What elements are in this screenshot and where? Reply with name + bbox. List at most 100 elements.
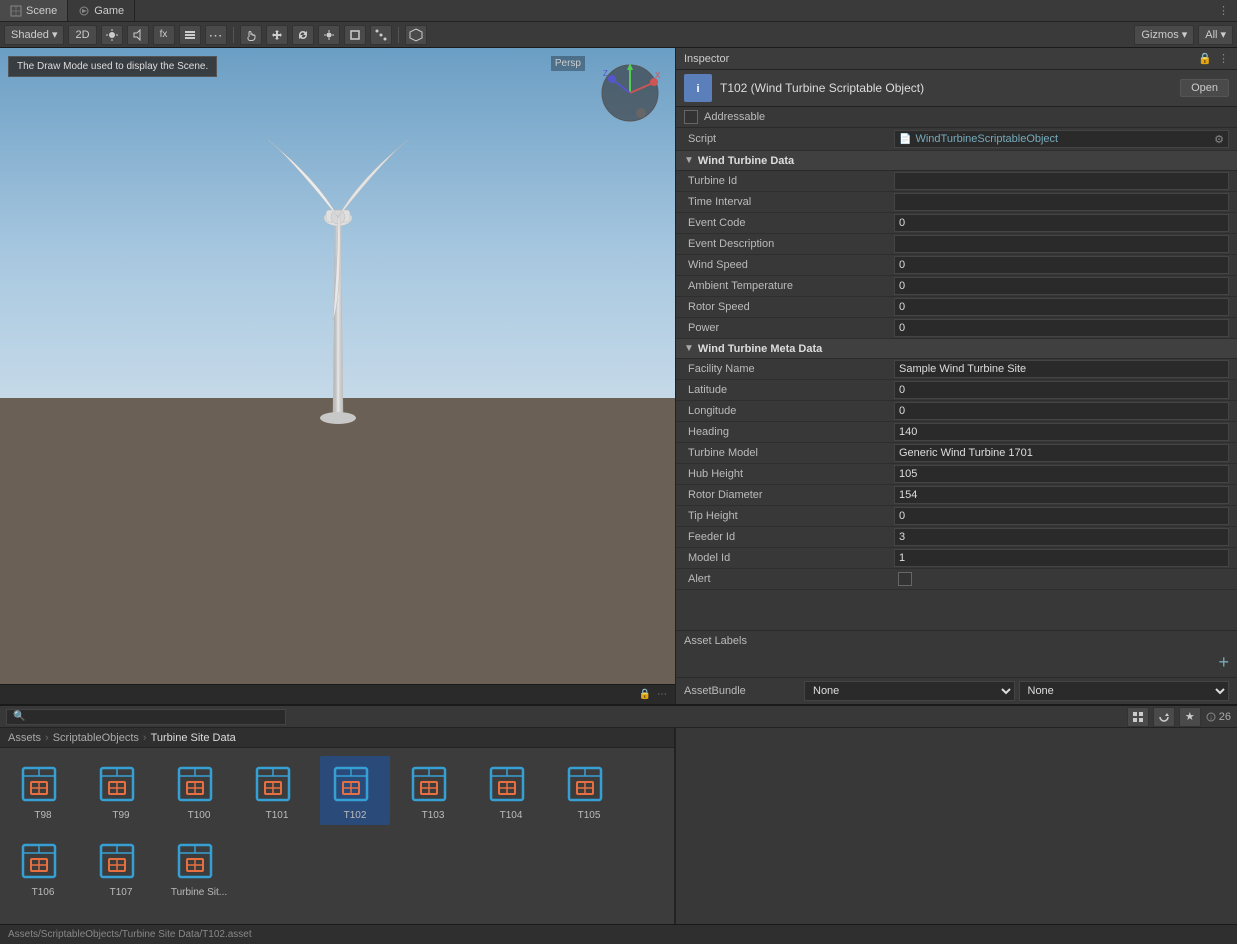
wind-speed-value[interactable]: 0 xyxy=(894,256,1229,274)
section-wind-turbine-meta[interactable]: ▼ Wind Turbine Meta Data xyxy=(676,339,1237,359)
breadcrumb-scriptable[interactable]: ScriptableObjects xyxy=(53,732,139,744)
audio-btn[interactable] xyxy=(127,25,149,45)
asset-item-t106[interactable]: T106 xyxy=(8,833,78,902)
toolbar-div2 xyxy=(398,27,399,43)
asset-item-t107[interactable]: T107 xyxy=(86,833,156,902)
event-desc-label: Event Description xyxy=(684,238,894,250)
rect-tool[interactable] xyxy=(344,25,366,45)
rotor-diameter-value[interactable]: 154 xyxy=(894,486,1229,504)
rotor-speed-value[interactable]: 0 xyxy=(894,298,1229,316)
asset-icon-t99 xyxy=(97,760,145,808)
section-label-2: Wind Turbine Meta Data xyxy=(698,343,822,355)
latitude-value[interactable]: 0 xyxy=(894,381,1229,399)
script-settings-icon[interactable]: ⚙ xyxy=(1214,133,1224,146)
status-bar: Assets/ScriptableObjects/Turbine Site Da… xyxy=(0,924,1237,944)
turbine-model-value[interactable]: Generic Wind Turbine 1701 xyxy=(894,444,1229,462)
section-wind-turbine-data[interactable]: ▼ Wind Turbine Data xyxy=(676,151,1237,171)
asset-item-t100[interactable]: T100 xyxy=(164,756,234,825)
search-input[interactable] xyxy=(29,711,279,723)
alert-checkbox[interactable] xyxy=(898,572,912,586)
svg-text:i: i xyxy=(1210,716,1211,722)
heading-value[interactable]: 140 xyxy=(894,423,1229,441)
hub-height-value[interactable]: 105 xyxy=(894,465,1229,483)
asset-item-t105[interactable]: T105 xyxy=(554,756,624,825)
asset-item-t104[interactable]: T104 xyxy=(476,756,546,825)
asset-item-t99[interactable]: T99 xyxy=(86,756,156,825)
refresh-btn[interactable] xyxy=(1153,707,1175,727)
asset-item-t101[interactable]: T101 xyxy=(242,756,312,825)
script-value[interactable]: 📄 WindTurbineScriptableObject ⚙ xyxy=(894,130,1229,148)
status-path: Assets/ScriptableObjects/Turbine Site Da… xyxy=(8,929,252,940)
rotor-diameter-label: Rotor Diameter xyxy=(684,489,894,501)
asset-label-t98: T98 xyxy=(34,810,51,821)
asset-bundle-select-1[interactable]: None xyxy=(804,681,1015,701)
asset-icon-t98 xyxy=(19,760,67,808)
layers-icon xyxy=(184,29,196,41)
gizmos-dropdown[interactable]: Gizmos ▾ xyxy=(1134,25,1194,45)
object-icon: i xyxy=(684,74,712,102)
asset-label-t100: T100 xyxy=(188,810,211,821)
col-view-btn[interactable] xyxy=(1127,707,1149,727)
search-box[interactable]: 🔍 xyxy=(6,709,286,725)
edit-col-btn[interactable] xyxy=(405,25,427,45)
asset-label-t102: T102 xyxy=(344,810,367,821)
lighting-btn[interactable] xyxy=(101,25,123,45)
asset-label-add-icon[interactable]: + xyxy=(1218,653,1229,671)
wind-speed-label: Wind Speed xyxy=(684,259,894,271)
lock-icon[interactable]: 🔒 xyxy=(639,689,651,700)
model-id-label: Model Id xyxy=(684,552,894,564)
power-value[interactable]: 0 xyxy=(894,319,1229,337)
tip-height-value[interactable]: 0 xyxy=(894,507,1229,525)
model-id-value[interactable]: 1 xyxy=(894,549,1229,567)
tab-game[interactable]: Game xyxy=(68,0,135,21)
tab-scene[interactable]: Scene xyxy=(0,0,68,21)
transform-tool[interactable] xyxy=(370,25,392,45)
addressable-checkbox[interactable] xyxy=(684,110,698,124)
asset-bundle-label: AssetBundle xyxy=(684,685,804,697)
event-code-value[interactable]: 0 xyxy=(894,214,1229,232)
tab-bar-menu[interactable]: ⋮ xyxy=(1210,4,1237,17)
rotate-icon xyxy=(297,29,309,41)
inspector-lock-icon[interactable]: 🔒 xyxy=(1198,52,1212,65)
2d-toggle[interactable]: 2D xyxy=(68,25,96,45)
fx-btn[interactable]: fx xyxy=(153,25,175,45)
asset-bundle-select-2[interactable]: None xyxy=(1019,681,1230,701)
asset-grid[interactable]: T98 T99 xyxy=(0,748,674,924)
heading-label: Heading xyxy=(684,426,894,438)
rotate-tool[interactable] xyxy=(292,25,314,45)
facility-name-value[interactable]: Sample Wind Turbine Site xyxy=(894,360,1229,378)
scale-tool[interactable] xyxy=(318,25,340,45)
feeder-id-value[interactable]: 3 xyxy=(894,528,1229,546)
more-icon[interactable]: ⋯ xyxy=(657,689,667,700)
time-interval-value[interactable] xyxy=(894,193,1229,211)
open-button[interactable]: Open xyxy=(1180,79,1229,97)
scene-canvas[interactable]: The Draw Mode used to display the Scene.… xyxy=(0,48,675,684)
hand-icon xyxy=(245,29,257,41)
all-arrow: ▾ xyxy=(1220,28,1226,41)
nav-gizmo[interactable]: Y X Z xyxy=(595,58,665,128)
row-facility-name: Facility Name Sample Wind Turbine Site xyxy=(676,359,1237,380)
bottom-content: Assets › ScriptableObjects › Turbine Sit… xyxy=(0,728,1237,924)
event-desc-value[interactable] xyxy=(894,235,1229,253)
breadcrumb-turbine[interactable]: Turbine Site Data xyxy=(151,732,236,744)
inspector-content[interactable]: Script 📄 WindTurbineScriptableObject ⚙ ▼… xyxy=(676,128,1237,704)
scene-vis-btn[interactable] xyxy=(179,25,201,45)
inspector-spacer xyxy=(676,590,1237,630)
turbine-id-value[interactable] xyxy=(894,172,1229,190)
hand-tool[interactable] xyxy=(240,25,262,45)
move-tool[interactable] xyxy=(266,25,288,45)
ambient-temp-value[interactable]: 0 xyxy=(894,277,1229,295)
2d-label: 2D xyxy=(75,29,89,41)
dots-btn[interactable]: ⋯ xyxy=(205,25,227,45)
asset-item-t98[interactable]: T98 xyxy=(8,756,78,825)
all-dropdown[interactable]: All ▾ xyxy=(1198,25,1233,45)
row-turbine-model: Turbine Model Generic Wind Turbine 1701 xyxy=(676,443,1237,464)
inspector-menu-icon[interactable]: ⋮ xyxy=(1218,52,1229,65)
shaded-dropdown[interactable]: Shaded ▾ xyxy=(4,25,64,45)
star-btn[interactable]: ★ xyxy=(1179,707,1201,727)
asset-item-turbine-sit[interactable]: Turbine Sit... xyxy=(164,833,234,902)
longitude-value[interactable]: 0 xyxy=(894,402,1229,420)
breadcrumb-assets[interactable]: Assets xyxy=(8,732,41,744)
asset-item-t103[interactable]: T103 xyxy=(398,756,468,825)
asset-item-t102[interactable]: T102 xyxy=(320,756,390,825)
